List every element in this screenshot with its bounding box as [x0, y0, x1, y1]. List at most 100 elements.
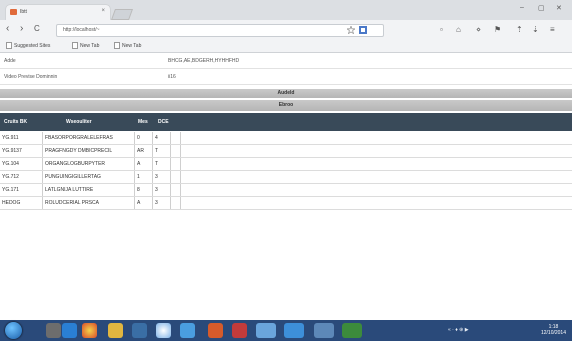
column-header[interactable]: Mes — [138, 119, 148, 125]
table-cell — [171, 132, 181, 144]
editor-window-icon[interactable] — [284, 323, 304, 338]
table-cell: A — [135, 197, 153, 209]
section-band-ebroo: Ebroo — [0, 100, 572, 111]
info-value: BHCG,AE,BDGERH,HYHHFHD — [168, 58, 240, 64]
back-button[interactable]: ‹ — [6, 23, 9, 34]
clock[interactable]: 1:18 12/10/2014 — [541, 324, 566, 336]
table-row[interactable]: HEDOG ROLUDCERIAL PRSCA A 3 — [0, 197, 572, 210]
info-value: ii16 — [168, 74, 176, 80]
folder-icon[interactable] — [108, 323, 123, 338]
bookmark-new-tab-2[interactable]: New Tab — [114, 42, 141, 49]
system-tray[interactable]: « · ♦ ⊕ ▶ — [448, 327, 469, 333]
column-header[interactable]: Wseouliter — [66, 119, 92, 125]
clock-date: 12/10/2014 — [540, 330, 566, 336]
table-header: Cruits BK Wseouliter Mes DCE — [0, 113, 572, 131]
table-cell — [171, 184, 181, 196]
table-cell: YG.712 — [0, 171, 43, 183]
table-cell — [171, 158, 181, 170]
table-row[interactable]: YG.712 PUNGUINGIGILLERTAG 1 3 — [0, 171, 572, 184]
media-icon[interactable] — [132, 323, 147, 338]
explorer-window-icon[interactable] — [256, 323, 276, 338]
info-label: Video Previse Dominnin — [4, 74, 58, 80]
forward-button[interactable]: › — [20, 23, 23, 34]
url-text: http://localhost/~ — [63, 27, 100, 33]
table-cell: YG.911 — [0, 132, 43, 144]
flag-icon[interactable]: ⚑ — [494, 25, 501, 34]
tab-close-icon[interactable]: × — [101, 8, 105, 14]
table-cell: ORGANGLOGBURPYTER — [43, 158, 135, 170]
favicon-icon — [10, 9, 17, 15]
table-row[interactable]: YG.911 FBASORPORGRALELEFRAS 0 4 — [0, 132, 572, 145]
terminal-window-icon[interactable] — [342, 323, 362, 338]
chrome-icon[interactable] — [82, 323, 97, 338]
app-icon[interactable] — [180, 323, 195, 338]
table-cell: YG.9137 — [0, 145, 43, 157]
bookmarks-bar: Suggested Sites New Tab New Tab — [0, 39, 572, 53]
table-cell: PUNGUINGIGILLERTAG — [43, 171, 135, 183]
table-cell — [171, 197, 181, 209]
bookmark-suggested-sites[interactable]: Suggested Sites — [6, 42, 50, 49]
filezilla-icon[interactable] — [232, 323, 247, 338]
column-header[interactable]: DCE — [158, 119, 169, 125]
table-cell: YG.104 — [0, 158, 43, 170]
table-cell — [171, 145, 181, 157]
info-label: Adde — [4, 58, 16, 64]
taskbar: « · ♦ ⊕ ▶ 1:18 12/10/2014 — [0, 320, 572, 341]
table-cell: 8 — [135, 184, 153, 196]
table-cell: T — [153, 158, 171, 170]
bookmark-label: Suggested Sites — [14, 42, 51, 49]
internet-explorer-icon[interactable] — [62, 323, 77, 338]
table-cell: FBASORPORGRALELEFRAS — [43, 132, 135, 144]
page-icon — [114, 42, 120, 49]
browser-tab[interactable]: Ibtt × — [6, 5, 110, 20]
column-header[interactable]: Cruits BK — [4, 119, 27, 125]
page-content: Adde BHCG,AE,BDGERH,HYHHFHD Video Previs… — [0, 53, 572, 320]
start-button-icon[interactable] — [5, 322, 22, 339]
table-cell — [171, 171, 181, 183]
table-cell: 4 — [153, 132, 171, 144]
info-row: Adde BHCG,AE,BDGERH,HYHHFHD — [0, 53, 572, 69]
navigation-bar: ‹ › C http://localhost/~ ▫ ⌂ ⋄ ⚑ ⇡ ⇣ ≡ — [0, 20, 572, 39]
tab-title: Ibtt — [20, 9, 27, 15]
table-row[interactable]: YG.9137 PRAGFNGDY DMBICPRECIL AR T — [0, 145, 572, 158]
page-icon — [72, 42, 78, 49]
menu-icon[interactable]: ≡ — [550, 25, 555, 34]
table-cell: 3 — [153, 171, 171, 183]
bookmark-label: New Tab — [80, 42, 100, 49]
star-icon[interactable] — [346, 24, 356, 35]
section-band-audeld: Audeld — [0, 89, 572, 98]
info-row: Video Previse Dominnin ii16 — [0, 69, 572, 85]
maximize-button[interactable]: ▢ — [538, 4, 545, 12]
table-cell: AR — [135, 145, 153, 157]
share-icon[interactable]: ⇡ — [516, 25, 523, 34]
table-cell: 1 — [135, 171, 153, 183]
address-bar[interactable]: http://localhost/~ — [56, 24, 384, 37]
library-icon[interactable] — [46, 323, 61, 338]
table-cell: A — [135, 158, 153, 170]
page-icon — [6, 42, 12, 49]
table-row[interactable]: YG.171 LATLGNIJA LUTTIRE 8 3 — [0, 184, 572, 197]
table-cell: 0 — [135, 132, 153, 144]
new-tab-button[interactable] — [110, 9, 134, 20]
table-cell: 3 — [153, 197, 171, 209]
minimize-button[interactable]: – — [520, 4, 524, 11]
bookmark-label: New Tab — [122, 42, 142, 49]
reload-button[interactable]: C — [34, 24, 40, 33]
table-cell: ROLUDCERIAL PRSCA — [43, 197, 135, 209]
picasa-icon[interactable] — [156, 323, 171, 338]
window-titlebar: Ibtt × – ▢ ✕ — [0, 0, 572, 20]
table-cell: T — [153, 145, 171, 157]
table-cell: HEDOG — [0, 197, 43, 209]
document-window-icon[interactable] — [314, 323, 334, 338]
download-icon[interactable]: ⇣ — [532, 25, 539, 34]
extension-icon[interactable] — [359, 26, 367, 34]
paint-icon[interactable] — [208, 323, 223, 338]
table-cell: YG.171 — [0, 184, 43, 196]
table-cell: LATLGNIJA LUTTIRE — [43, 184, 135, 196]
bookmark-new-tab-1[interactable]: New Tab — [72, 42, 99, 49]
bookmark-icon[interactable]: ▫ — [440, 25, 443, 34]
close-window-button[interactable]: ✕ — [556, 4, 562, 12]
puzzle-icon[interactable]: ⋄ — [476, 25, 481, 34]
table-row[interactable]: YG.104 ORGANGLOGBURPYTER A T — [0, 158, 572, 171]
home-icon[interactable]: ⌂ — [456, 25, 461, 34]
